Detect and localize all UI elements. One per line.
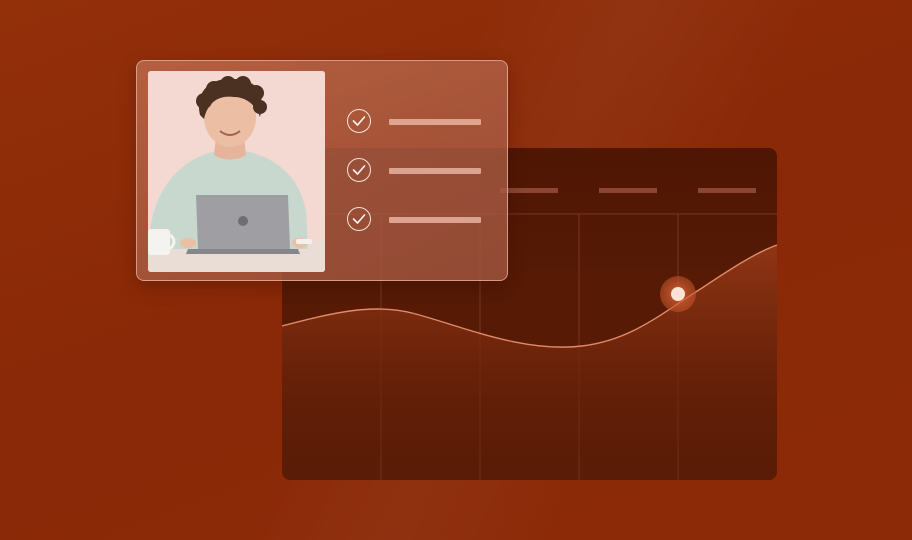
person-with-laptop-photo — [148, 71, 325, 272]
profile-checklist-card — [136, 60, 508, 281]
check-circle-icon — [347, 109, 371, 133]
checklist-item[interactable] — [347, 109, 487, 135]
checklist-item[interactable] — [347, 158, 487, 184]
check-circle-icon — [347, 158, 371, 182]
checklist-item-placeholder — [389, 217, 481, 223]
check-circle-icon — [347, 207, 371, 231]
highlight-point[interactable] — [671, 287, 685, 301]
checklist-item-placeholder — [389, 119, 481, 125]
header-placeholder — [698, 188, 756, 193]
header-placeholder — [500, 188, 558, 193]
checklist-item-placeholder — [389, 168, 481, 174]
header-placeholder — [599, 188, 657, 193]
checklist-item[interactable] — [347, 207, 487, 233]
